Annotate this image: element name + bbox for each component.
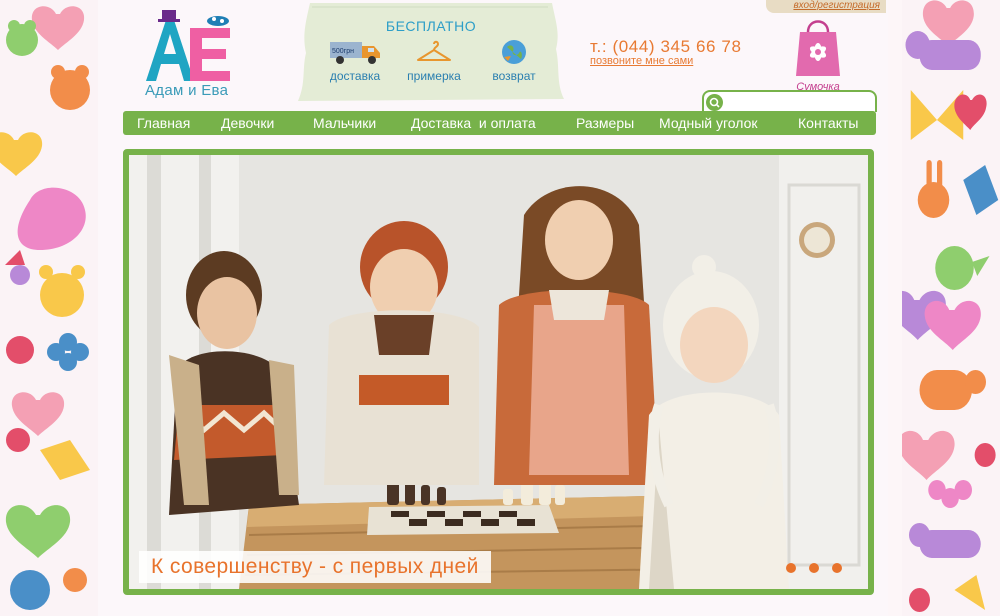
main-nav: Главная Девочки Мальчики Доставка и опла… <box>123 111 876 135</box>
hero-banner[interactable]: К совершенству - с первых дней <box>123 149 874 595</box>
logo-text: Адам и Ева <box>145 82 229 99</box>
promo-fitting-label: примерка <box>407 69 461 83</box>
slider-dot-2[interactable] <box>809 563 819 573</box>
hanger-icon <box>417 40 451 61</box>
promo-return-label: возврат <box>492 69 536 83</box>
promo-delivery-label: доставка <box>329 69 381 83</box>
nav-sizes[interactable]: Размеры <box>576 115 634 131</box>
nav-boys[interactable]: Мальчики <box>313 115 376 131</box>
phone-number: т.: (044) 345 66 78 <box>590 37 742 56</box>
decorative-pattern-left <box>0 0 98 616</box>
nav-fashion-corner[interactable]: Модный уголок <box>659 115 758 131</box>
promo-title: БЕСПЛАТНО <box>385 18 477 34</box>
banner-caption: К совершенству - с первых дней <box>139 551 491 583</box>
nav-contacts[interactable]: Контакты <box>798 115 858 131</box>
login-register-link[interactable]: вход/регистрация <box>766 0 886 13</box>
promo-return[interactable]: возврат <box>479 37 549 83</box>
slider-dot-3[interactable] <box>832 563 842 573</box>
decorative-pattern-right <box>902 0 1000 616</box>
globe-return-icon <box>502 40 526 64</box>
promo-fitting[interactable]: примерка <box>399 37 469 83</box>
delivery-truck-icon: 500грн <box>330 42 380 64</box>
page-container: Адам и Ева БЕСПЛАТНО 500грн доставка при… <box>98 0 888 616</box>
nav-delivery-payment[interactable]: Доставка и оплата <box>411 115 536 131</box>
promo-delivery[interactable]: 500грн доставка <box>320 37 390 83</box>
callback-link[interactable]: позвоните мне сами <box>590 55 693 67</box>
nav-girls[interactable]: Девочки <box>221 115 274 131</box>
search-input[interactable] <box>728 93 872 111</box>
search-box <box>702 90 877 112</box>
hero-photo <box>129 155 868 589</box>
delivery-price-badge: 500грн <box>332 48 354 55</box>
shopping-bag-icon <box>796 20 840 76</box>
search-button[interactable] <box>706 94 723 111</box>
nav-home[interactable]: Главная <box>137 115 190 131</box>
free-services-banner: БЕСПЛАТНО 500грн доставка примерка возвр… <box>298 3 564 101</box>
slider-dots <box>786 563 842 573</box>
search-icon <box>709 97 720 108</box>
slider-dot-1[interactable] <box>786 563 796 573</box>
cart-button[interactable]: Сумочка <box>790 14 846 93</box>
